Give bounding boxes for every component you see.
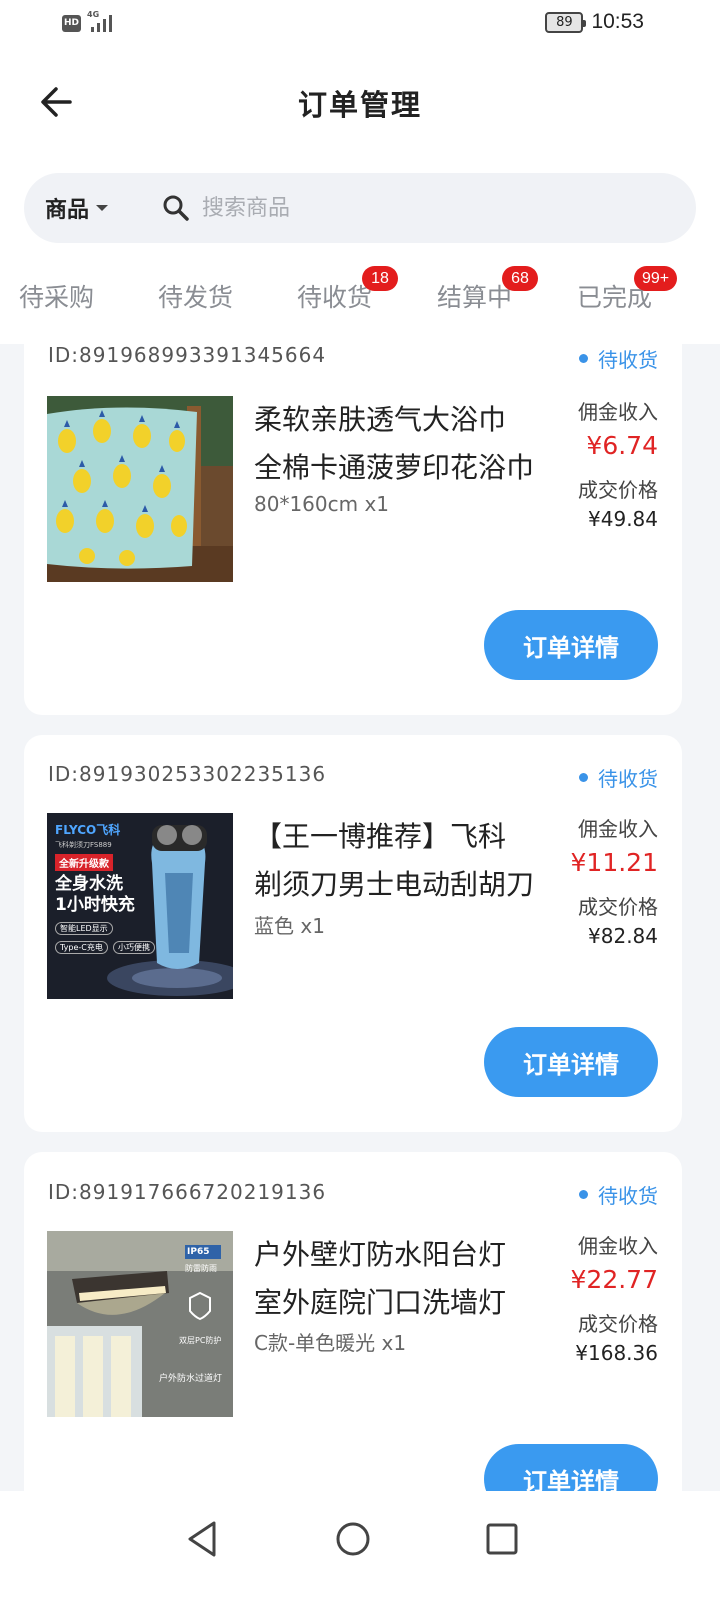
deal-price-value: ¥168.36: [575, 1341, 658, 1365]
tab-completed[interactable]: 已完成 99+: [577, 266, 678, 314]
tab-pending-shipment[interactable]: 待发货: [158, 278, 233, 314]
caption-label: 户外防水过道灯: [159, 1374, 223, 1384]
category-dropdown[interactable]: 商品: [45, 173, 109, 243]
product-image[interactable]: IP65 防雷防雨 双层PC防护 户外防水过道灯: [47, 1231, 233, 1417]
product-image[interactable]: [47, 396, 233, 582]
status-bar: HD 4G 89 10:53: [0, 0, 720, 50]
clock: 10:53: [591, 10, 644, 33]
count-badge: 18: [362, 266, 398, 291]
order-card: ID:891968993391345664 待收货 柔软亲肤透气大浴巾 全棉卡通…: [24, 323, 682, 715]
product-spec: 80*160cm x1: [254, 492, 390, 516]
order-id: ID:891917666720219136: [48, 1180, 327, 1204]
tab-label: 结算中: [437, 283, 513, 312]
order-id: ID:891968993391345664: [48, 343, 327, 367]
header: 订单管理: [0, 50, 720, 160]
deal-price-label: 成交价格: [578, 478, 658, 502]
feature-chip: Type-C充电: [55, 941, 108, 954]
product-name[interactable]: 柔软亲肤透气大浴巾 全棉卡通菠萝印花浴巾: [254, 396, 570, 492]
category-label: 商品: [45, 198, 90, 223]
battery-level: 89: [556, 14, 573, 30]
order-status: 待收货: [579, 344, 658, 373]
signal-icon: 4G: [87, 10, 119, 34]
order-detail-button[interactable]: 订单详情: [484, 1027, 658, 1097]
tab-settling[interactable]: 结算中 68: [437, 266, 538, 314]
price-column: 佣金收入 ¥11.21 成交价格 ¥82.84: [548, 815, 658, 951]
nav-recents-button[interactable]: [472, 1509, 532, 1569]
product-name-line: 全棉卡通菠萝印花浴巾: [254, 451, 535, 484]
price-column: 佣金收入 ¥6.74 成交价格 ¥49.84: [548, 398, 658, 534]
commission-label: 佣金收入: [578, 1234, 658, 1258]
deal-price-value: ¥82.84: [588, 924, 658, 948]
page-title: 订单管理: [297, 88, 422, 122]
count-badge: 99+: [634, 266, 678, 291]
search-area: 商品: [0, 160, 720, 260]
count-badge: 68: [502, 266, 538, 291]
product-name[interactable]: 户外壁灯防水阳台灯 室外庭院门口洗墙灯: [254, 1231, 570, 1327]
status-right: 89 10:53: [545, 10, 644, 34]
product-name-line: 户外壁灯防水阳台灯: [254, 1238, 507, 1271]
product-name-line: 【王一博推荐】飞科: [254, 820, 507, 853]
commission-value: ¥11.21: [570, 848, 658, 877]
hd-icon: HD: [62, 14, 81, 32]
search-box: 商品: [24, 173, 696, 243]
product-spec: C款-单色暖光 x1: [254, 1331, 407, 1355]
tab-label: 待发货: [158, 283, 234, 312]
product-name-line: 柔软亲肤透气大浴巾: [254, 403, 507, 436]
network-label: 4G: [87, 10, 100, 19]
order-card: ID:891917666720219136 待收货 IP65 防雷防雨 双层PC…: [24, 1152, 682, 1512]
model-text: 飞科剃须刀FS889: [55, 841, 112, 849]
circle-home-icon: [336, 1522, 370, 1556]
order-card: ID:891930253302235136 待收货 FLYCO飞科 飞科剃须刀F…: [24, 735, 682, 1132]
caret-down-icon: [96, 205, 109, 211]
product-image[interactable]: FLYCO飞科 飞科剃须刀FS889 全新升级款 全身水洗 1小时快充 智能LE…: [47, 813, 233, 999]
deal-price-label: 成交价格: [578, 1312, 658, 1336]
status-dot-icon: [579, 773, 588, 782]
tab-label: 待收货: [297, 283, 373, 312]
upgrade-tag: 全新升级款: [55, 854, 113, 871]
feature-chip: 智能LED显示: [55, 922, 113, 935]
square-recents-icon: [486, 1523, 518, 1555]
product-name-line: 室外庭院门口洗墙灯: [254, 1286, 507, 1319]
nav-home-button[interactable]: [323, 1509, 383, 1569]
tab-pending-purchase[interactable]: 待采购: [19, 278, 94, 314]
status-label: 待收货: [598, 767, 658, 791]
brand-logo: FLYCO飞科: [55, 823, 121, 837]
product-spec: 蓝色 x1: [254, 914, 325, 938]
ip-rating-label: IP65: [187, 1247, 210, 1257]
order-id: ID:891930253302235136: [48, 762, 327, 786]
system-nav-bar: [0, 1491, 720, 1600]
nav-back-button[interactable]: [172, 1509, 232, 1569]
order-detail-button[interactable]: 订单详情: [484, 610, 658, 680]
status-dot-icon: [579, 354, 588, 363]
status-label: 待收货: [598, 348, 658, 372]
status-dot-icon: [579, 1190, 588, 1199]
status-label: 待收货: [598, 1184, 658, 1208]
waterproof-label: 防雷防雨: [185, 1264, 217, 1273]
headline-text: 1小时快充: [55, 895, 135, 915]
commission-value: ¥6.74: [586, 431, 658, 460]
towel-product-image: [47, 396, 233, 582]
deal-price-value: ¥49.84: [588, 507, 658, 531]
search-icon: [163, 195, 189, 221]
tab-label: 待采购: [19, 283, 95, 312]
commission-label: 佣金收入: [578, 400, 658, 424]
feature-chip: 小巧便携: [112, 941, 155, 954]
wall-lamp-product-image: [47, 1231, 233, 1417]
pc-protection-label: 双层PC防护: [179, 1336, 222, 1345]
deal-price-label: 成交价格: [578, 895, 658, 919]
order-status: 待收货: [579, 763, 658, 792]
product-name-line: 剃须刀男士电动刮胡刀: [254, 868, 535, 901]
triangle-back-icon: [188, 1521, 216, 1557]
battery-icon: 89: [545, 11, 587, 33]
commission-value: ¥22.77: [570, 1265, 658, 1294]
price-column: 佣金收入 ¥22.77 成交价格 ¥168.36: [538, 1232, 658, 1368]
order-status: 待收货: [579, 1180, 658, 1209]
status-left: HD 4G: [62, 10, 119, 34]
search-input[interactable]: [202, 173, 662, 243]
headline-text: 全身水洗: [55, 874, 123, 894]
tab-pending-receipt[interactable]: 待收货 18: [297, 266, 398, 314]
product-name[interactable]: 【王一博推荐】飞科 剃须刀男士电动刮胡刀: [254, 813, 570, 909]
commission-label: 佣金收入: [578, 817, 658, 841]
